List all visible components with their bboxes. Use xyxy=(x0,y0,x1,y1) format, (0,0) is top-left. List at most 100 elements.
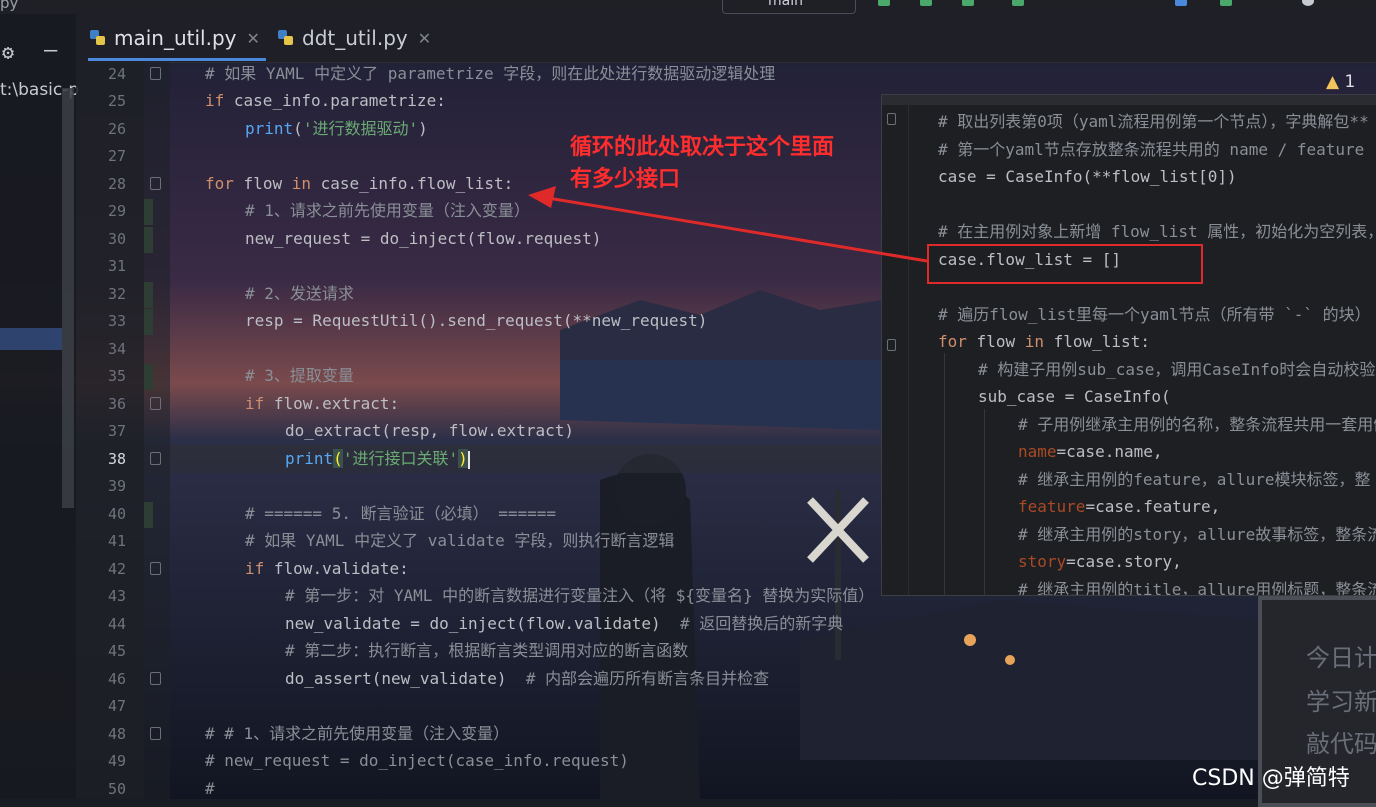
coverage-icon[interactable] xyxy=(962,0,974,6)
line-number: 25 xyxy=(107,92,126,110)
code-line[interactable]: do_assert(new_validate) # 内部会遍历所有断言条目并检查 xyxy=(285,668,769,690)
active-tab-indicator xyxy=(88,58,266,61)
fold-marker-icon[interactable] xyxy=(150,452,161,465)
title-bar: py main xyxy=(0,0,1376,14)
indent-guide xyxy=(984,409,985,595)
line-number: 26 xyxy=(107,120,126,138)
fold-marker-icon[interactable] xyxy=(887,113,896,125)
code-line[interactable]: if flow.extract: xyxy=(245,393,399,415)
line-number: 32 xyxy=(107,285,126,303)
code-line[interactable]: # 1、请求之前先使用变量（注入变量） xyxy=(245,200,530,222)
popup-code-line[interactable]: for flow in flow_list: xyxy=(938,331,1150,353)
code-line-current[interactable]: print('进行接口关联') xyxy=(285,448,470,470)
warning-count: 1 xyxy=(1344,72,1356,92)
code-line[interactable]: resp = RequestUtil().send_request(**new_… xyxy=(245,310,707,332)
fold-marker-icon[interactable] xyxy=(887,339,896,351)
annotation-text: 循环的此处取决于这个里面 有多少接口 xyxy=(570,132,834,196)
line-number: 37 xyxy=(107,422,126,440)
python-file-icon xyxy=(276,28,296,48)
debug-icon[interactable] xyxy=(920,0,932,6)
popup-code-line[interactable]: # 取出列表第0项（yaml流程用例第一个节点），字典解包** xyxy=(938,111,1369,133)
code-line[interactable]: # 2、发送请求 xyxy=(245,283,354,305)
popup-code-line[interactable]: story=case.story, xyxy=(1018,551,1182,573)
popup-code-line[interactable]: # 在主用例对象上新增 flow_list 属性，初始化为空列表， xyxy=(938,221,1376,243)
vcs-change-marker[interactable] xyxy=(144,227,153,253)
fold-gutter xyxy=(144,62,170,799)
line-number: 33 xyxy=(107,312,126,330)
code-line[interactable]: new_validate = do_inject(flow.validate) … xyxy=(285,613,843,635)
project-scrollbar[interactable] xyxy=(62,88,74,508)
line-number: 50 xyxy=(107,780,126,798)
vcs-commit-icon[interactable] xyxy=(1220,0,1232,6)
indent-guide xyxy=(944,353,945,595)
line-number-current: 38 xyxy=(107,450,126,468)
popup-code-line[interactable]: feature=case.feature, xyxy=(1018,496,1220,518)
tab-label: ddt_util.py xyxy=(302,26,408,50)
fold-marker-icon[interactable] xyxy=(150,67,161,80)
board-text: 今日计 xyxy=(1306,644,1376,672)
code-line[interactable]: # 第二步：执行断言，根据断言类型调用对应的断言函数 xyxy=(285,640,688,662)
code-line[interactable]: # 3、提取变量 xyxy=(245,365,354,387)
code-line[interactable]: # xyxy=(205,778,215,800)
popup-code-line[interactable]: # 构建子用例sub_case，调用CaseInfo时会自动校验 xyxy=(978,359,1375,381)
line-number: 47 xyxy=(107,697,126,715)
line-number: 28 xyxy=(107,175,126,193)
board-text: 敲代码 xyxy=(1306,730,1376,758)
watermark: CSDN @弹简特 xyxy=(1192,766,1350,791)
code-line[interactable]: if flow.validate: xyxy=(245,558,409,580)
fold-marker-icon[interactable] xyxy=(150,727,161,740)
vcs-change-marker[interactable] xyxy=(144,199,153,225)
profile-icon[interactable] xyxy=(1012,0,1024,6)
code-line[interactable]: # 第一步：对 YAML 中的断言数据进行变量注入（将 ${变量名} 替换为实际… xyxy=(285,585,874,607)
run-icon[interactable] xyxy=(878,0,890,6)
inspection-widget[interactable]: ▲ 1 xyxy=(1326,72,1355,92)
code-line[interactable]: do_extract(resp, flow.extract) xyxy=(285,420,574,442)
close-icon[interactable]: ✕ xyxy=(418,29,431,48)
popup-code-line[interactable]: # 第一个yaml节点存放整条流程共用的 name / feature xyxy=(938,139,1364,161)
tab-main-util[interactable]: main_util.py ✕ xyxy=(88,14,270,62)
python-file-icon xyxy=(88,28,108,48)
gear-icon[interactable]: ⚙ xyxy=(2,40,14,64)
line-number: 24 xyxy=(107,65,126,83)
code-line[interactable]: # ====== 5. 断言验证（必填） ====== xyxy=(245,503,556,525)
line-number: 48 xyxy=(107,725,126,743)
code-line[interactable]: # 如果 YAML 中定义了 parametrize 字段，则在此处进行数据驱动… xyxy=(205,63,775,85)
tab-ddt-util[interactable]: ddt_util.py ✕ xyxy=(276,14,431,62)
fold-marker-icon[interactable] xyxy=(150,177,161,190)
popup-code-line[interactable]: case = CaseInfo(**flow_list[0]) xyxy=(938,166,1237,188)
code-preview-popup[interactable]: # 取出列表第0项（yaml流程用例第一个节点），字典解包** # 第一个yam… xyxy=(881,94,1376,596)
fold-marker-icon[interactable] xyxy=(150,562,161,575)
code-line[interactable]: # # 1、请求之前先使用变量（注入变量） xyxy=(205,723,509,745)
search-icon[interactable] xyxy=(1302,0,1314,6)
code-line[interactable]: # 如果 YAML 中定义了 validate 字段，则执行断言逻辑 xyxy=(245,530,674,552)
minimize-icon[interactable]: — xyxy=(44,38,57,63)
line-number: 31 xyxy=(107,257,126,275)
branch-label: main xyxy=(768,0,803,9)
code-line[interactable]: for flow in case_info.flow_list: xyxy=(205,173,513,195)
vcs-change-marker[interactable] xyxy=(144,502,153,528)
line-number: 27 xyxy=(107,147,126,165)
project-tool-window: ⚙ — t:\basic-p xyxy=(0,14,79,799)
vcs-change-marker[interactable] xyxy=(144,309,153,335)
vcs-update-icon[interactable] xyxy=(1175,0,1187,6)
line-number: 29 xyxy=(107,202,126,220)
project-selected-row[interactable] xyxy=(0,328,62,350)
line-number: 39 xyxy=(107,477,126,495)
popup-code-line[interactable]: name=case.name, xyxy=(1018,441,1163,463)
popup-code-line[interactable]: # 遍历flow_list里每一个yaml节点（所有带 `-` 的块） xyxy=(938,304,1371,326)
code-line[interactable]: # new_request = do_inject(case_info.requ… xyxy=(205,750,629,772)
close-icon[interactable]: ✕ xyxy=(247,29,260,48)
code-line[interactable]: if case_info.parametrize: xyxy=(205,90,446,112)
popup-code-line[interactable]: # 继承主用例的feature，allure模块标签，整 xyxy=(1018,469,1371,491)
vcs-change-marker[interactable] xyxy=(144,282,153,308)
vcs-change-marker[interactable] xyxy=(144,364,153,390)
fold-marker-icon[interactable] xyxy=(150,672,161,685)
code-line[interactable]: print('进行数据驱动') xyxy=(245,118,428,140)
editor-tab-bar: main_util.py ✕ ddt_util.py ✕ xyxy=(76,14,1376,63)
popup-code-line[interactable]: # 继承主用例的story，allure故事标签，整条流 xyxy=(1018,524,1376,546)
fold-marker-icon[interactable] xyxy=(150,397,161,410)
popup-code-line[interactable]: # 子用例继承主用例的名称，整条流程共用一套用例 xyxy=(1018,414,1376,436)
popup-code-line[interactable]: sub_case = CaseInfo( xyxy=(978,386,1171,408)
code-line[interactable]: new_request = do_inject(flow.request) xyxy=(245,228,601,250)
popup-code-line[interactable]: # 继承主用例的title，allure用例标题，整条流 xyxy=(1018,579,1376,595)
